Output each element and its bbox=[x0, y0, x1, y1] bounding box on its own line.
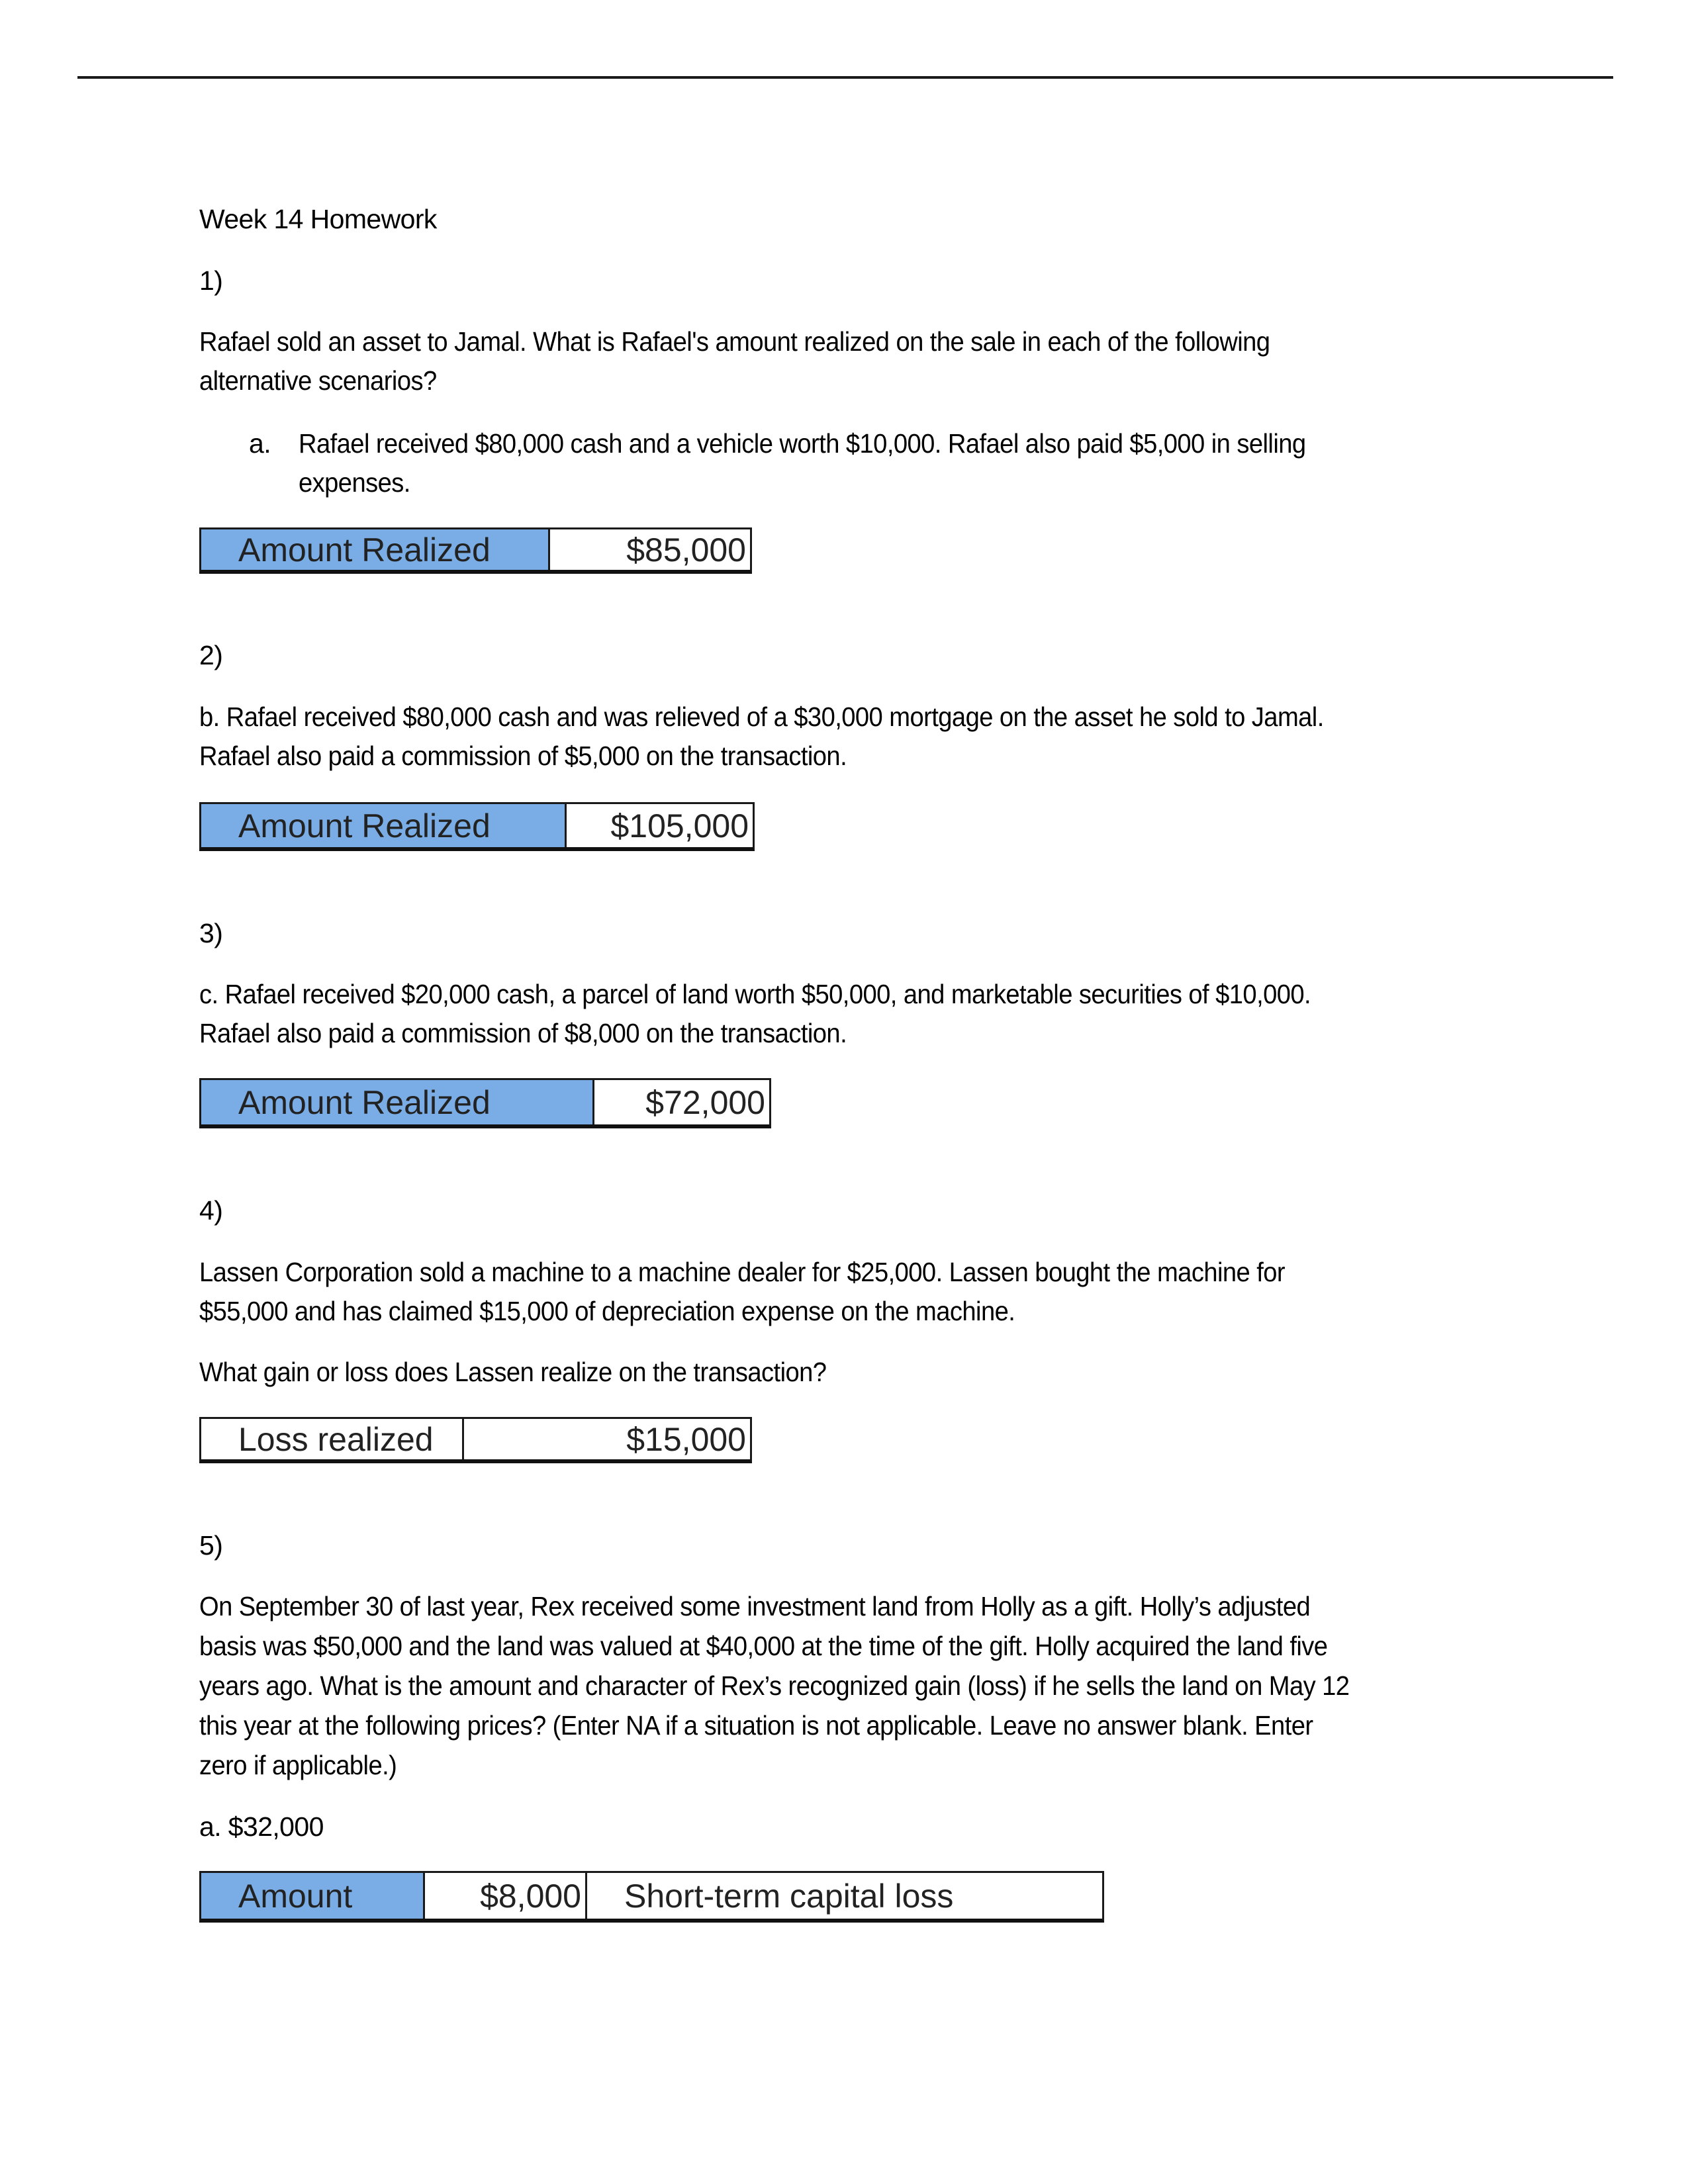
answer-value-input[interactable]: $15,000 bbox=[462, 1419, 750, 1459]
question-2-text-line-2: Rafael also paid a commission of $5,000 … bbox=[199, 741, 847, 771]
question-5-text-line-3: years ago. What is the amount and charac… bbox=[199, 1670, 1350, 1701]
answer-box-3: Amount Realized $72,000 bbox=[199, 1078, 771, 1128]
question-number-5: 5) bbox=[199, 1530, 223, 1561]
answer-box-1: Amount Realized $85,000 bbox=[199, 527, 752, 574]
answer-box-5: Amount $8,000 Short-term capital loss bbox=[199, 1871, 1104, 1923]
question-number-3: 3) bbox=[199, 918, 223, 948]
question-4-text-line-2: $55,000 and has claimed $15,000 of depre… bbox=[199, 1296, 1015, 1326]
question-1-item-line-2: expenses. bbox=[299, 467, 410, 498]
question-number-4: 4) bbox=[199, 1195, 223, 1226]
question-3-text-line-2: Rafael also paid a commission of $8,000 … bbox=[199, 1018, 847, 1048]
question-1-item-line-1: Rafael received $80,000 cash and a vehic… bbox=[299, 428, 1306, 459]
answer-value-input[interactable]: $85,000 bbox=[548, 529, 750, 570]
answer-character-input[interactable]: Short-term capital loss bbox=[585, 1873, 1102, 1919]
question-3-text-line-1: c. Rafael received $20,000 cash, a parce… bbox=[199, 979, 1311, 1009]
question-1-text-line-2: alternative scenarios? bbox=[199, 365, 437, 396]
question-4-text-line-1: Lassen Corporation sold a machine to a m… bbox=[199, 1257, 1286, 1287]
question-1-item-label: a. bbox=[249, 428, 271, 459]
answer-box-2: Amount Realized $105,000 bbox=[199, 802, 755, 851]
answer-label: Amount Realized bbox=[201, 1080, 592, 1124]
answer-label: Amount bbox=[201, 1873, 423, 1919]
answer-value-input[interactable]: $105,000 bbox=[565, 804, 753, 847]
question-2-text-line-1: b. Rafael received $80,000 cash and was … bbox=[199, 702, 1324, 732]
answer-box-4: Loss realized $15,000 bbox=[199, 1417, 752, 1463]
question-5-text-line-4: this year at the following prices? (Ente… bbox=[199, 1710, 1313, 1741]
question-5-text-line-5: zero if applicable.) bbox=[199, 1750, 397, 1780]
document-title: Week 14 Homework bbox=[199, 204, 437, 234]
question-4-prompt: What gain or loss does Lassen realize on… bbox=[199, 1357, 827, 1387]
header-rule bbox=[77, 76, 1613, 79]
question-5-text-line-2: basis was $50,000 and the land was value… bbox=[199, 1631, 1328, 1661]
answer-value-input[interactable]: $8,000 bbox=[423, 1873, 585, 1919]
question-5-text-line-1: On September 30 of last year, Rex receiv… bbox=[199, 1591, 1311, 1621]
question-1-text-line-1: Rafael sold an asset to Jamal. What is R… bbox=[199, 326, 1270, 357]
question-number-2: 2) bbox=[199, 640, 223, 670]
answer-label: Amount Realized bbox=[201, 529, 548, 570]
answer-label: Amount Realized bbox=[201, 804, 565, 847]
answer-label: Loss realized bbox=[201, 1419, 462, 1459]
question-5-part-a: a. $32,000 bbox=[199, 1811, 324, 1842]
answer-value-input[interactable]: $72,000 bbox=[592, 1080, 769, 1124]
question-number-1: 1) bbox=[199, 265, 223, 296]
